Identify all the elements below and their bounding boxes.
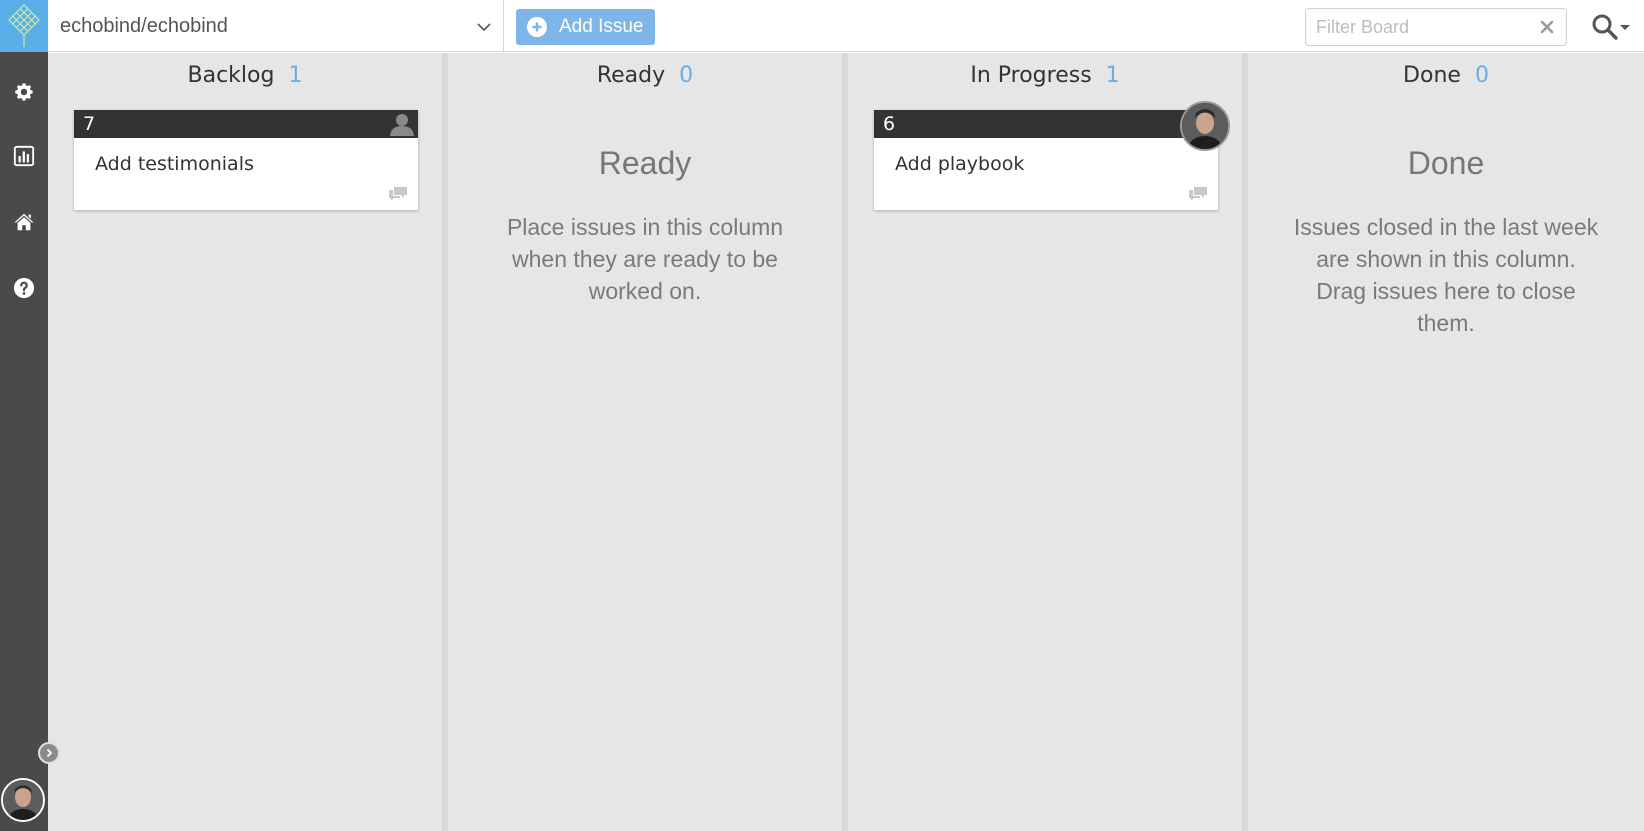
chevron-down-icon (477, 23, 491, 32)
issue-card[interactable]: 6 Add playbook (874, 101, 1230, 210)
sidebar-collapse-button[interactable] (38, 742, 60, 764)
column-count: 0 (1474, 63, 1489, 88)
column-header: Backlog 1 (48, 63, 442, 88)
issue-number: 6 (883, 113, 896, 135)
column-title: In Progress (970, 63, 1092, 88)
column-in-progress: In Progress 1 6 Add playbook (848, 53, 1242, 831)
column-done: Done 0 Done Issues closed in the last wee… (1248, 53, 1644, 831)
empty-column-text: Issues closed in the last week are shown… (1293, 214, 1599, 336)
gear-icon (15, 83, 33, 101)
column-header: Ready 0 (448, 63, 842, 88)
column-title: Ready (596, 63, 666, 88)
sidebar-item-home[interactable] (8, 206, 40, 238)
search-menu-button[interactable] (1591, 12, 1635, 42)
app: echobind/echobind Add Issue Filter Board… (0, 0, 1644, 831)
board: Backlog 1 7 Add testimonials Ready 0 Rea… (48, 53, 1644, 831)
plus-circle-icon (527, 17, 547, 37)
comments-icon (1189, 187, 1207, 201)
column-count: 1 (288, 63, 303, 88)
column-title: Backlog (187, 63, 275, 88)
user-avatar[interactable] (1, 778, 45, 822)
empty-column-text: Place issues in this column when they ar… (506, 214, 784, 304)
clear-filter-icon[interactable] (1538, 18, 1556, 36)
home-icon (14, 213, 34, 231)
logo-icon (8, 4, 40, 47)
add-issue-button[interactable]: Add Issue (516, 9, 655, 45)
bar-chart-icon (13, 145, 35, 167)
add-issue-label: Add Issue (559, 16, 644, 37)
issue-title: Add playbook (895, 153, 1025, 175)
column-header: Done 0 (1248, 63, 1644, 88)
sidebar-item-reports[interactable] (8, 140, 40, 172)
filter-board (1305, 8, 1567, 46)
card-header: 6 (874, 101, 1230, 151)
user-photo-icon (3, 780, 43, 820)
caret-down-icon (1620, 25, 1630, 30)
chevron-right-icon (46, 748, 53, 758)
repo-name: echobind/echobind (60, 14, 228, 37)
top-bar: echobind/echobind Add Issue (48, 0, 1644, 52)
column-count: 0 (679, 63, 694, 88)
column-count: 1 (1105, 63, 1120, 88)
comments-icon (389, 187, 407, 201)
empty-column-title: Done (1407, 145, 1485, 181)
card-header: 7 (74, 110, 418, 138)
sidebar-item-help[interactable] (8, 272, 40, 304)
logo[interactable] (0, 0, 48, 52)
empty-column-title: Ready (598, 145, 692, 181)
search-icon (1592, 14, 1618, 40)
filter-board-input[interactable] (1316, 9, 1536, 45)
column-header: In Progress 1 (848, 63, 1242, 88)
assignee-avatar[interactable] (1180, 101, 1230, 151)
sidebar (0, 0, 60, 831)
user-photo-icon (1182, 103, 1228, 149)
question-circle-icon (13, 277, 35, 299)
column-title: Done (1403, 63, 1461, 88)
issue-card[interactable]: 7 Add testimonials (74, 110, 418, 210)
column-backlog: Backlog 1 7 Add testimonials (48, 53, 442, 831)
repo-selector[interactable]: echobind/echobind (48, 0, 504, 52)
issue-number: 7 (83, 113, 96, 135)
column-ready: Ready 0 Ready Place issues in this column… (448, 53, 842, 831)
unassigned-user-icon[interactable] (389, 112, 415, 136)
issue-title: Add testimonials (95, 153, 254, 175)
sidebar-item-settings[interactable] (8, 76, 40, 108)
